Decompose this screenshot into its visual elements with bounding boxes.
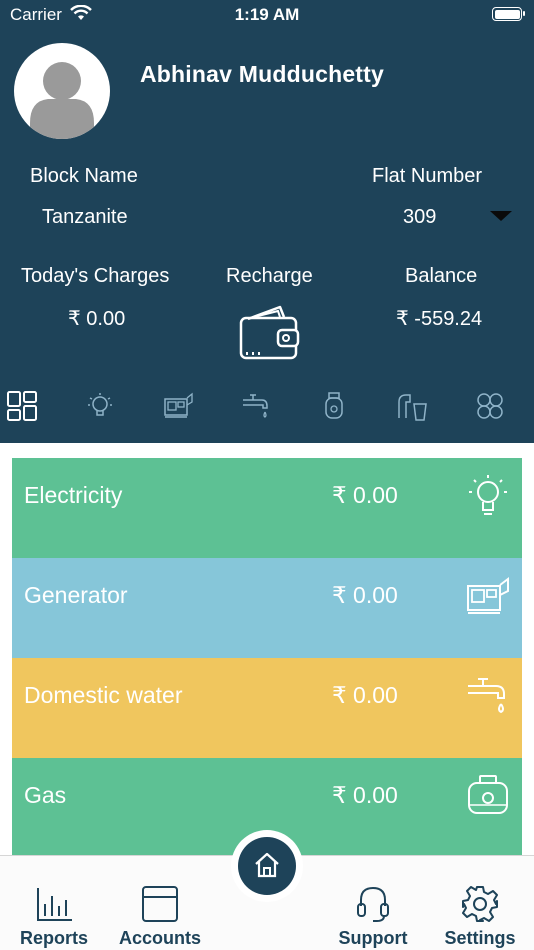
card-amount: ₹ 0.00 <box>332 482 398 508</box>
user-name: Abhinav Mudduchetty <box>140 61 385 87</box>
bulb-icon <box>469 475 507 515</box>
gas-cylinder-icon <box>468 775 508 814</box>
flat-dropdown-icon[interactable] <box>490 211 512 221</box>
tab-label: Reports <box>19 928 88 948</box>
block-name-label: Block Name <box>30 165 138 187</box>
settings-cluster-icon[interactable] <box>474 390 506 422</box>
home-icon <box>255 852 279 878</box>
grid-icon[interactable] <box>6 390 38 422</box>
balance-value: ₹ -559.24 <box>396 308 483 330</box>
header-panel: Carrier 1:19 AM Abhinav Mudduchetty Bloc… <box>0 0 534 443</box>
avatar[interactable] <box>14 43 110 139</box>
gear-icon <box>462 886 498 922</box>
card-name: Generator <box>24 582 128 608</box>
home-button[interactable] <box>238 837 296 895</box>
user-silhouette-icon <box>30 62 94 139</box>
list-item-electricity[interactable]: Electricity ₹ 0.00 <box>12 458 522 558</box>
bar-chart-icon <box>37 888 72 921</box>
card-name: Gas <box>24 782 67 808</box>
balance-label: Balance <box>405 265 478 287</box>
wallet-icon[interactable] <box>238 305 300 361</box>
todays-charges-label: Today's Charges <box>21 265 170 287</box>
tab-accounts[interactable]: Accounts <box>110 856 210 950</box>
list-item-generator[interactable]: Generator ₹ 0.00 <box>12 558 522 658</box>
accounts-icon <box>142 886 178 922</box>
headset-icon <box>357 886 389 922</box>
todays-charges-value: ₹ 0.00 <box>68 308 126 330</box>
tab-reports[interactable]: Reports <box>4 856 104 950</box>
recharge-label: Recharge <box>226 265 313 287</box>
category-icon-row <box>0 390 534 426</box>
charges-list: Electricity ₹ 0.00 Generator ₹ 0.00 Dome… <box>12 458 522 858</box>
card-amount: ₹ 0.00 <box>332 682 398 708</box>
card-name: Domestic water <box>24 682 183 708</box>
status-bar: Carrier 1:19 AM <box>0 0 534 30</box>
card-amount: ₹ 0.00 <box>332 582 398 608</box>
flat-number-value[interactable]: 309 <box>403 206 436 229</box>
tab-support[interactable]: Support <box>323 856 423 950</box>
tab-label: Settings <box>444 928 516 948</box>
battery-icon <box>492 7 525 21</box>
tap-icon <box>468 678 505 714</box>
tap-icon[interactable] <box>240 390 272 422</box>
card-amount: ₹ 0.00 <box>332 782 398 808</box>
status-time: 1:19 AM <box>234 5 300 24</box>
tab-label: Support <box>338 928 408 948</box>
generator-icon <box>467 577 509 614</box>
tab-label: Accounts <box>118 928 201 948</box>
block-name-value: Tanzanite <box>42 206 128 228</box>
card-name: Electricity <box>24 482 123 508</box>
flat-number-label: Flat Number <box>372 165 483 187</box>
water-tap-glass-icon[interactable] <box>396 390 428 422</box>
generator-icon[interactable] <box>162 390 194 422</box>
bulb-icon[interactable] <box>84 390 116 422</box>
list-item-domestic-water[interactable]: Domestic water ₹ 0.00 <box>12 658 522 758</box>
gas-cylinder-icon[interactable] <box>318 390 350 422</box>
tab-settings[interactable]: Settings <box>430 856 530 950</box>
